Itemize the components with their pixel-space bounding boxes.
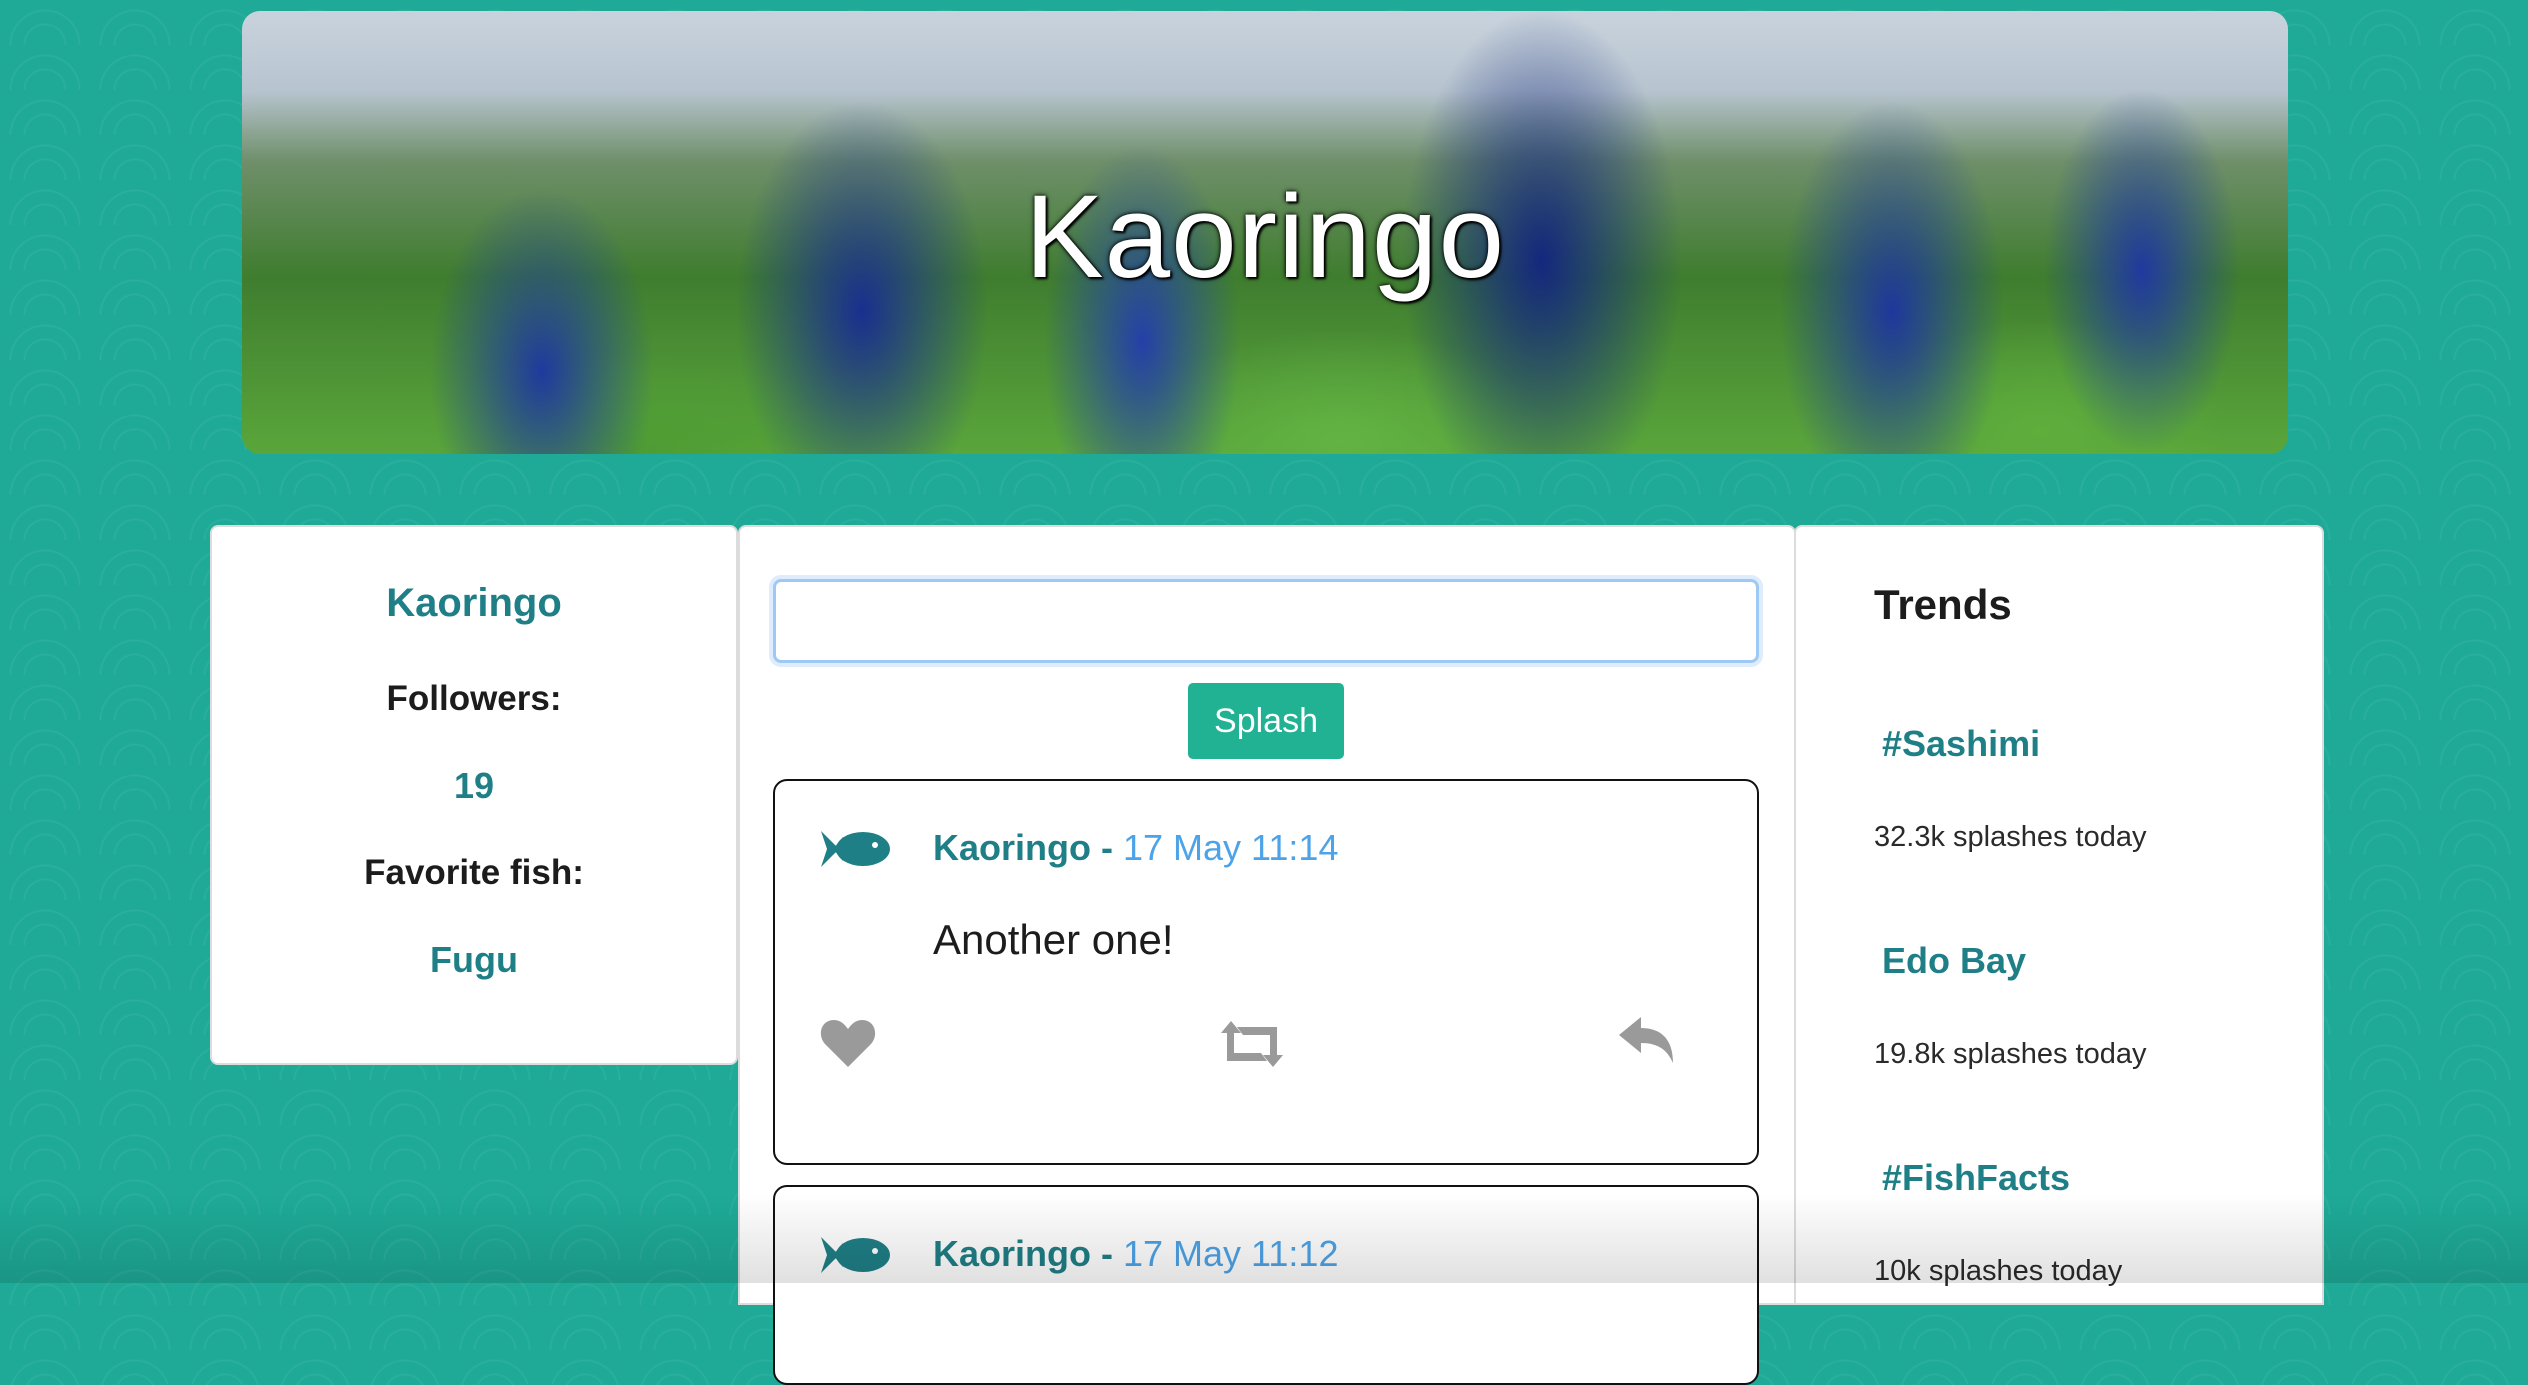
trends-title: Trends (1874, 581, 2012, 628)
profile-card: Kaoringo Followers: 19 Favorite fish: Fu… (210, 525, 738, 1065)
favorite-fish-value: Fugu (430, 939, 518, 980)
post-separator: - (1091, 827, 1123, 868)
feed-column: Splash Kaoringo - 17 May 11:14 Another o… (738, 525, 1796, 1385)
post-card: Kaoringo - 17 May 11:12 (773, 1185, 1759, 1385)
post-separator: - (1091, 1233, 1123, 1274)
trend-count: 32.3k splashes today (1874, 821, 2147, 853)
post-author[interactable]: Kaoringo (933, 1233, 1091, 1274)
profile-banner: Kaoringo (242, 11, 2288, 454)
followers-label: Followers: (386, 679, 562, 718)
favorite-fish-label: Favorite fish: (364, 853, 584, 892)
trend-count: 10k splashes today (1874, 1255, 2123, 1287)
trend-name[interactable]: #Sashimi (1882, 723, 2040, 765)
splash-button[interactable]: Splash (1188, 683, 1344, 759)
fish-icon (821, 831, 890, 867)
post-timestamp[interactable]: 17 May 11:12 (1123, 1233, 1338, 1274)
post-text: Another one! (933, 916, 1174, 963)
post-header: Kaoringo - 17 May 11:12 (933, 1233, 1338, 1275)
profile-name[interactable]: Kaoringo (212, 581, 736, 626)
heart-icon[interactable] (819, 1017, 877, 1069)
fish-icon (821, 1237, 890, 1273)
trends-card: Trends #Sashimi 32.3k splashes today Edo… (1794, 525, 2324, 1305)
trend-count: 19.8k splashes today (1874, 1038, 2147, 1070)
followers-count: 19 (453, 765, 495, 806)
banner-title: Kaoringo (1024, 171, 1506, 303)
splash-input[interactable] (773, 579, 1759, 663)
trend-name[interactable]: Edo Bay (1882, 940, 2026, 982)
post-header: Kaoringo - 17 May 11:14 (933, 827, 1338, 869)
post-card: Kaoringo - 17 May 11:14 Another one! (773, 779, 1759, 1165)
post-timestamp[interactable]: 17 May 11:14 (1123, 827, 1338, 868)
trend-name[interactable]: #FishFacts (1882, 1157, 2070, 1199)
reply-icon[interactable] (1617, 1015, 1675, 1065)
post-author[interactable]: Kaoringo (933, 827, 1091, 868)
retweet-icon[interactable] (1217, 1021, 1287, 1067)
